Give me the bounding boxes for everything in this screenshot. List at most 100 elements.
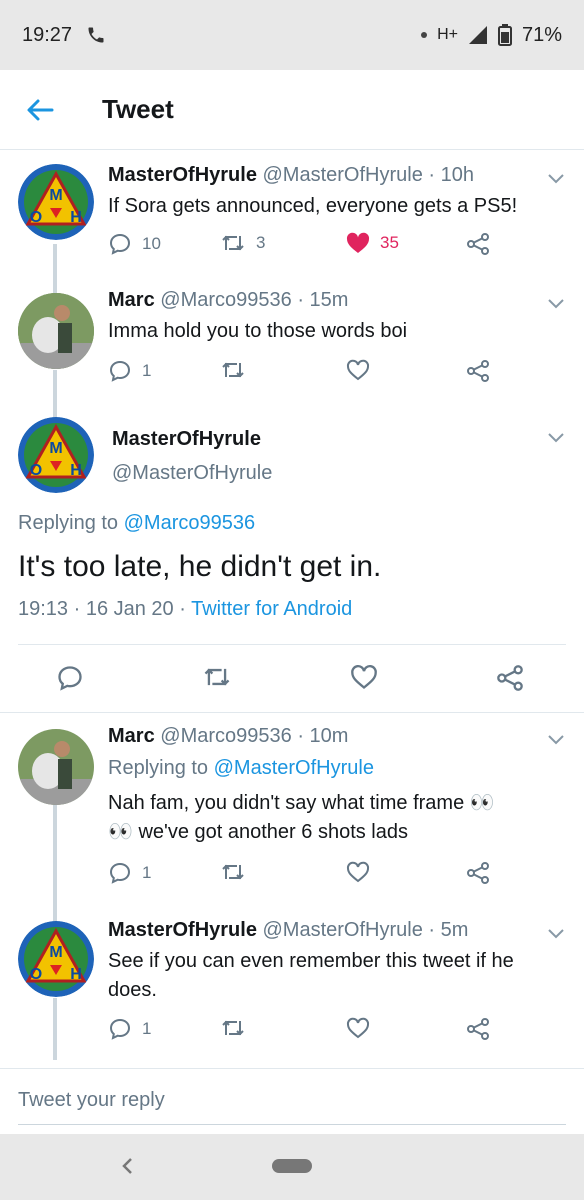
svg-text:H: H <box>70 966 82 983</box>
tweet-header: MasterOfHyrule @MasterOfHyrule · 5m <box>108 919 468 942</box>
network-type: H+ <box>437 26 458 43</box>
author-name[interactable]: MasterOfHyrule <box>108 164 257 186</box>
replying-to-link[interactable]: @Marco99536 <box>124 512 255 534</box>
author-handle[interactable]: @MasterOfHyrule <box>263 919 423 941</box>
avatar[interactable]: MO H <box>18 417 94 493</box>
author-handle[interactable]: @MasterOfHyrule <box>263 164 423 186</box>
replying-to: Replying to @MasterOfHyrule <box>108 757 374 780</box>
reply-icon <box>58 666 82 691</box>
share-icon <box>497 665 523 691</box>
tweet-header: Marc @Marco99536 · 10m <box>108 725 348 748</box>
like-button[interactable] <box>346 861 370 883</box>
retweet-button[interactable] <box>220 861 246 883</box>
like-button[interactable] <box>350 664 378 690</box>
back-button[interactable] <box>0 70 80 150</box>
tweet-time: · 15m <box>297 289 349 311</box>
reply-icon <box>109 1018 131 1040</box>
tweet-actions: 1 <box>108 1017 528 1047</box>
avatar[interactable]: MO H <box>18 164 94 240</box>
share-icon <box>467 862 489 884</box>
retweet-icon <box>204 668 230 686</box>
avatar[interactable] <box>18 293 94 369</box>
reply-icon <box>109 862 131 884</box>
reply-input[interactable]: Tweet your reply <box>18 1089 165 1112</box>
reply-button[interactable] <box>56 664 84 692</box>
tweet[interactable]: Marc @Marco99536 · 15m Imma hold you to … <box>0 285 584 405</box>
tweet[interactable]: Marc @Marco99536 · 10m Replying to @Mast… <box>0 713 584 905</box>
retweet-icon <box>222 362 244 378</box>
tweet-actions: 1 <box>108 861 528 891</box>
tweet-time: · 5m <box>428 919 469 941</box>
svg-text:M: M <box>49 440 62 457</box>
reply-count: 10 <box>142 234 161 253</box>
reply-composer[interactable]: Tweet your reply <box>0 1068 584 1134</box>
retweet-button[interactable]: 3 <box>220 232 265 254</box>
tweet-actions: 1 <box>108 359 528 389</box>
page-title: Tweet <box>102 94 174 124</box>
like-icon <box>346 359 370 381</box>
replying-to: Replying to @Marco99536 <box>18 512 255 535</box>
share-button[interactable] <box>466 1017 490 1041</box>
like-icon <box>351 665 377 689</box>
avatar[interactable] <box>18 729 94 805</box>
tweet[interactable]: MO H MasterOfHyrule @MasterOfHyrule · 10h… <box>0 150 584 285</box>
avatar[interactable]: MO H <box>18 921 94 997</box>
author-name[interactable]: Marc <box>108 289 155 311</box>
author-handle[interactable]: @Marco99536 <box>160 725 291 747</box>
share-button[interactable] <box>466 861 490 885</box>
moh-logo-icon: MO H <box>18 921 94 997</box>
reply-count: 1 <box>142 361 152 380</box>
author-name[interactable]: Marc <box>108 725 155 747</box>
phone-icon <box>88 27 104 43</box>
like-button[interactable]: 35 <box>346 232 399 254</box>
app-bar: Tweet <box>0 70 584 150</box>
chevron-down-icon[interactable] <box>546 172 566 186</box>
retweet-button[interactable] <box>202 664 232 690</box>
chevron-down-icon[interactable] <box>546 297 566 311</box>
reply-count: 1 <box>142 1019 152 1038</box>
author-handle[interactable]: @MasterOfHyrule <box>112 462 272 485</box>
share-button[interactable] <box>496 664 524 692</box>
tweet-text: See if you can even remember this tweet … <box>108 950 514 1001</box>
share-button[interactable] <box>466 359 490 383</box>
tweet-meta: 19:13 · 16 Jan 20 · Twitter for Android <box>18 598 352 621</box>
home-pill[interactable] <box>272 1159 312 1173</box>
like-button[interactable] <box>346 359 370 381</box>
moh-logo-icon: MO H <box>18 164 94 240</box>
battery-level: 71% <box>521 23 562 46</box>
author-name[interactable]: MasterOfHyrule <box>112 428 261 451</box>
svg-text:H: H <box>70 209 82 226</box>
nav-back-icon[interactable] <box>118 1156 138 1176</box>
author-name[interactable]: MasterOfHyrule <box>108 919 257 941</box>
chevron-down-icon[interactable] <box>546 733 566 747</box>
retweet-button[interactable] <box>220 359 246 381</box>
svg-text:H: H <box>70 462 82 479</box>
like-icon <box>346 1017 370 1039</box>
replying-prefix: Replying to <box>18 512 124 534</box>
like-count: 35 <box>380 233 399 252</box>
tweet-header: Marc @Marco99536 · 15m <box>108 289 348 312</box>
like-icon <box>346 861 370 883</box>
tweet-time: · 10m <box>297 725 349 747</box>
reply-button[interactable]: 1 <box>108 861 151 885</box>
input-underline <box>18 1124 566 1125</box>
share-button[interactable] <box>466 232 490 256</box>
reply-button[interactable]: 10 <box>108 232 161 256</box>
tweet[interactable]: MOH MasterOfHyrule @MasterOfHyrule · 5m … <box>0 905 584 1065</box>
retweet-icon <box>222 235 244 251</box>
main-tweet-text: It's too late, he didn't get in. <box>18 550 382 583</box>
svg-text:M: M <box>49 944 62 961</box>
retweet-button[interactable] <box>220 1017 246 1039</box>
svg-text:M: M <box>49 187 62 204</box>
reply-button[interactable]: 1 <box>108 1017 151 1041</box>
like-button[interactable] <box>346 1017 370 1039</box>
notification-dot <box>421 32 428 38</box>
svg-text:O: O <box>30 209 42 226</box>
chevron-down-icon[interactable] <box>546 431 566 445</box>
replying-prefix: Replying to <box>108 757 214 779</box>
author-handle[interactable]: @Marco99536 <box>160 289 291 311</box>
chevron-down-icon[interactable] <box>546 927 566 941</box>
replying-to-link[interactable]: @MasterOfHyrule <box>214 757 374 779</box>
reply-button[interactable]: 1 <box>108 359 151 383</box>
source-link[interactable]: Twitter for Android <box>191 598 352 620</box>
